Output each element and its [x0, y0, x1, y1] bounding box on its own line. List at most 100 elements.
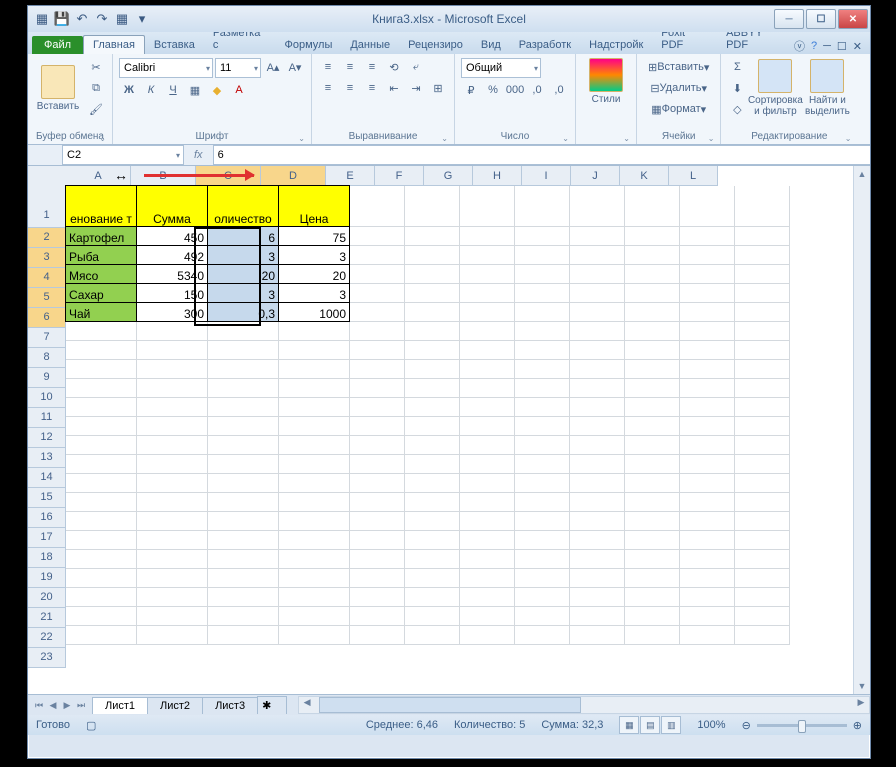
align-middle-icon[interactable]: ≡: [340, 58, 360, 76]
cell[interactable]: [460, 569, 515, 588]
cell[interactable]: [460, 284, 515, 303]
cell[interactable]: [680, 512, 735, 531]
scroll-down-icon[interactable]: ▼: [854, 678, 870, 694]
cell[interactable]: Чай: [65, 302, 137, 322]
cell[interactable]: [515, 588, 570, 607]
cell[interactable]: [66, 493, 137, 512]
cell[interactable]: [350, 379, 405, 398]
cell[interactable]: 75: [278, 226, 350, 246]
macro-icon[interactable]: ▢: [86, 719, 96, 732]
cell[interactable]: [680, 360, 735, 379]
cell[interactable]: [570, 360, 625, 379]
cell[interactable]: [137, 398, 208, 417]
cell[interactable]: [405, 474, 460, 493]
close-button[interactable]: ✕: [838, 9, 868, 29]
redo-icon[interactable]: ↷: [94, 11, 110, 27]
cell[interactable]: [405, 360, 460, 379]
copy-icon[interactable]: ⧉: [86, 79, 106, 97]
cell[interactable]: [515, 303, 570, 322]
cell[interactable]: [570, 436, 625, 455]
cell[interactable]: Мясо: [65, 264, 137, 284]
cell[interactable]: [515, 531, 570, 550]
cell[interactable]: [460, 186, 515, 227]
cell[interactable]: [405, 322, 460, 341]
cell[interactable]: [625, 265, 680, 284]
cell[interactable]: [625, 455, 680, 474]
cell[interactable]: [735, 512, 790, 531]
cell[interactable]: Картофел: [65, 226, 137, 246]
cell[interactable]: 3: [278, 245, 350, 265]
align-left-icon[interactable]: ≡: [318, 79, 338, 97]
cell[interactable]: [735, 588, 790, 607]
cell[interactable]: [735, 246, 790, 265]
cell[interactable]: [515, 265, 570, 284]
cell[interactable]: [625, 303, 680, 322]
cell[interactable]: [570, 341, 625, 360]
cell[interactable]: [515, 436, 570, 455]
help-icon[interactable]: ?: [811, 40, 817, 52]
wrap-text-icon[interactable]: ⤶: [406, 58, 426, 76]
cell[interactable]: 300: [136, 302, 208, 322]
cell[interactable]: [279, 360, 350, 379]
tab-review[interactable]: Рецензиро: [399, 36, 472, 54]
cell[interactable]: [570, 455, 625, 474]
cell[interactable]: [515, 626, 570, 645]
cell[interactable]: [405, 379, 460, 398]
cell[interactable]: [405, 303, 460, 322]
cell[interactable]: [625, 227, 680, 246]
cell[interactable]: [279, 607, 350, 626]
cell[interactable]: [680, 341, 735, 360]
cell[interactable]: [515, 607, 570, 626]
cell[interactable]: [570, 379, 625, 398]
cell[interactable]: [137, 531, 208, 550]
clear-icon[interactable]: ◇: [727, 100, 747, 118]
cell[interactable]: [208, 398, 279, 417]
cell[interactable]: [460, 436, 515, 455]
tab-dev[interactable]: Разработк: [510, 36, 580, 54]
row-header[interactable]: 19: [28, 568, 66, 588]
column-header[interactable]: L: [669, 166, 718, 186]
cell[interactable]: [208, 626, 279, 645]
cell[interactable]: [405, 284, 460, 303]
column-header[interactable]: E: [326, 166, 375, 186]
autosum-icon[interactable]: Σ: [727, 58, 747, 76]
cell[interactable]: [625, 607, 680, 626]
cell[interactable]: 5340: [136, 264, 208, 284]
cell[interactable]: [570, 227, 625, 246]
format-painter-icon[interactable]: 🖌: [86, 100, 106, 118]
cell[interactable]: [625, 493, 680, 512]
orientation-icon[interactable]: ⟲: [384, 58, 404, 76]
cell[interactable]: [208, 341, 279, 360]
cell[interactable]: [460, 341, 515, 360]
cell[interactable]: Сумма: [136, 185, 208, 227]
row-header[interactable]: 4: [28, 268, 66, 288]
cell[interactable]: [735, 303, 790, 322]
merge-icon[interactable]: ⊞: [428, 79, 448, 97]
cell[interactable]: 450: [136, 226, 208, 246]
cell[interactable]: 3: [207, 245, 279, 265]
sort-filter-button[interactable]: Сортировка и фильтр: [751, 58, 799, 118]
cell[interactable]: [460, 493, 515, 512]
cell[interactable]: [460, 626, 515, 645]
zoom-level[interactable]: 100%: [697, 719, 725, 731]
cell[interactable]: [208, 322, 279, 341]
tab-file[interactable]: Файл: [32, 36, 83, 54]
cell[interactable]: [66, 360, 137, 379]
cell[interactable]: [625, 436, 680, 455]
cell[interactable]: [66, 341, 137, 360]
cell[interactable]: [735, 360, 790, 379]
cell[interactable]: [137, 550, 208, 569]
cell[interactable]: [680, 303, 735, 322]
doc-restore-icon[interactable]: ☐: [837, 40, 847, 53]
cell[interactable]: [515, 417, 570, 436]
cell[interactable]: [625, 626, 680, 645]
cell[interactable]: [680, 379, 735, 398]
qat-custom-icon[interactable]: ▦: [114, 11, 130, 27]
cell[interactable]: [460, 265, 515, 284]
cell[interactable]: [208, 493, 279, 512]
cell[interactable]: [350, 360, 405, 379]
cell[interactable]: [405, 227, 460, 246]
cell[interactable]: [66, 588, 137, 607]
cell[interactable]: [680, 607, 735, 626]
cell[interactable]: [279, 398, 350, 417]
